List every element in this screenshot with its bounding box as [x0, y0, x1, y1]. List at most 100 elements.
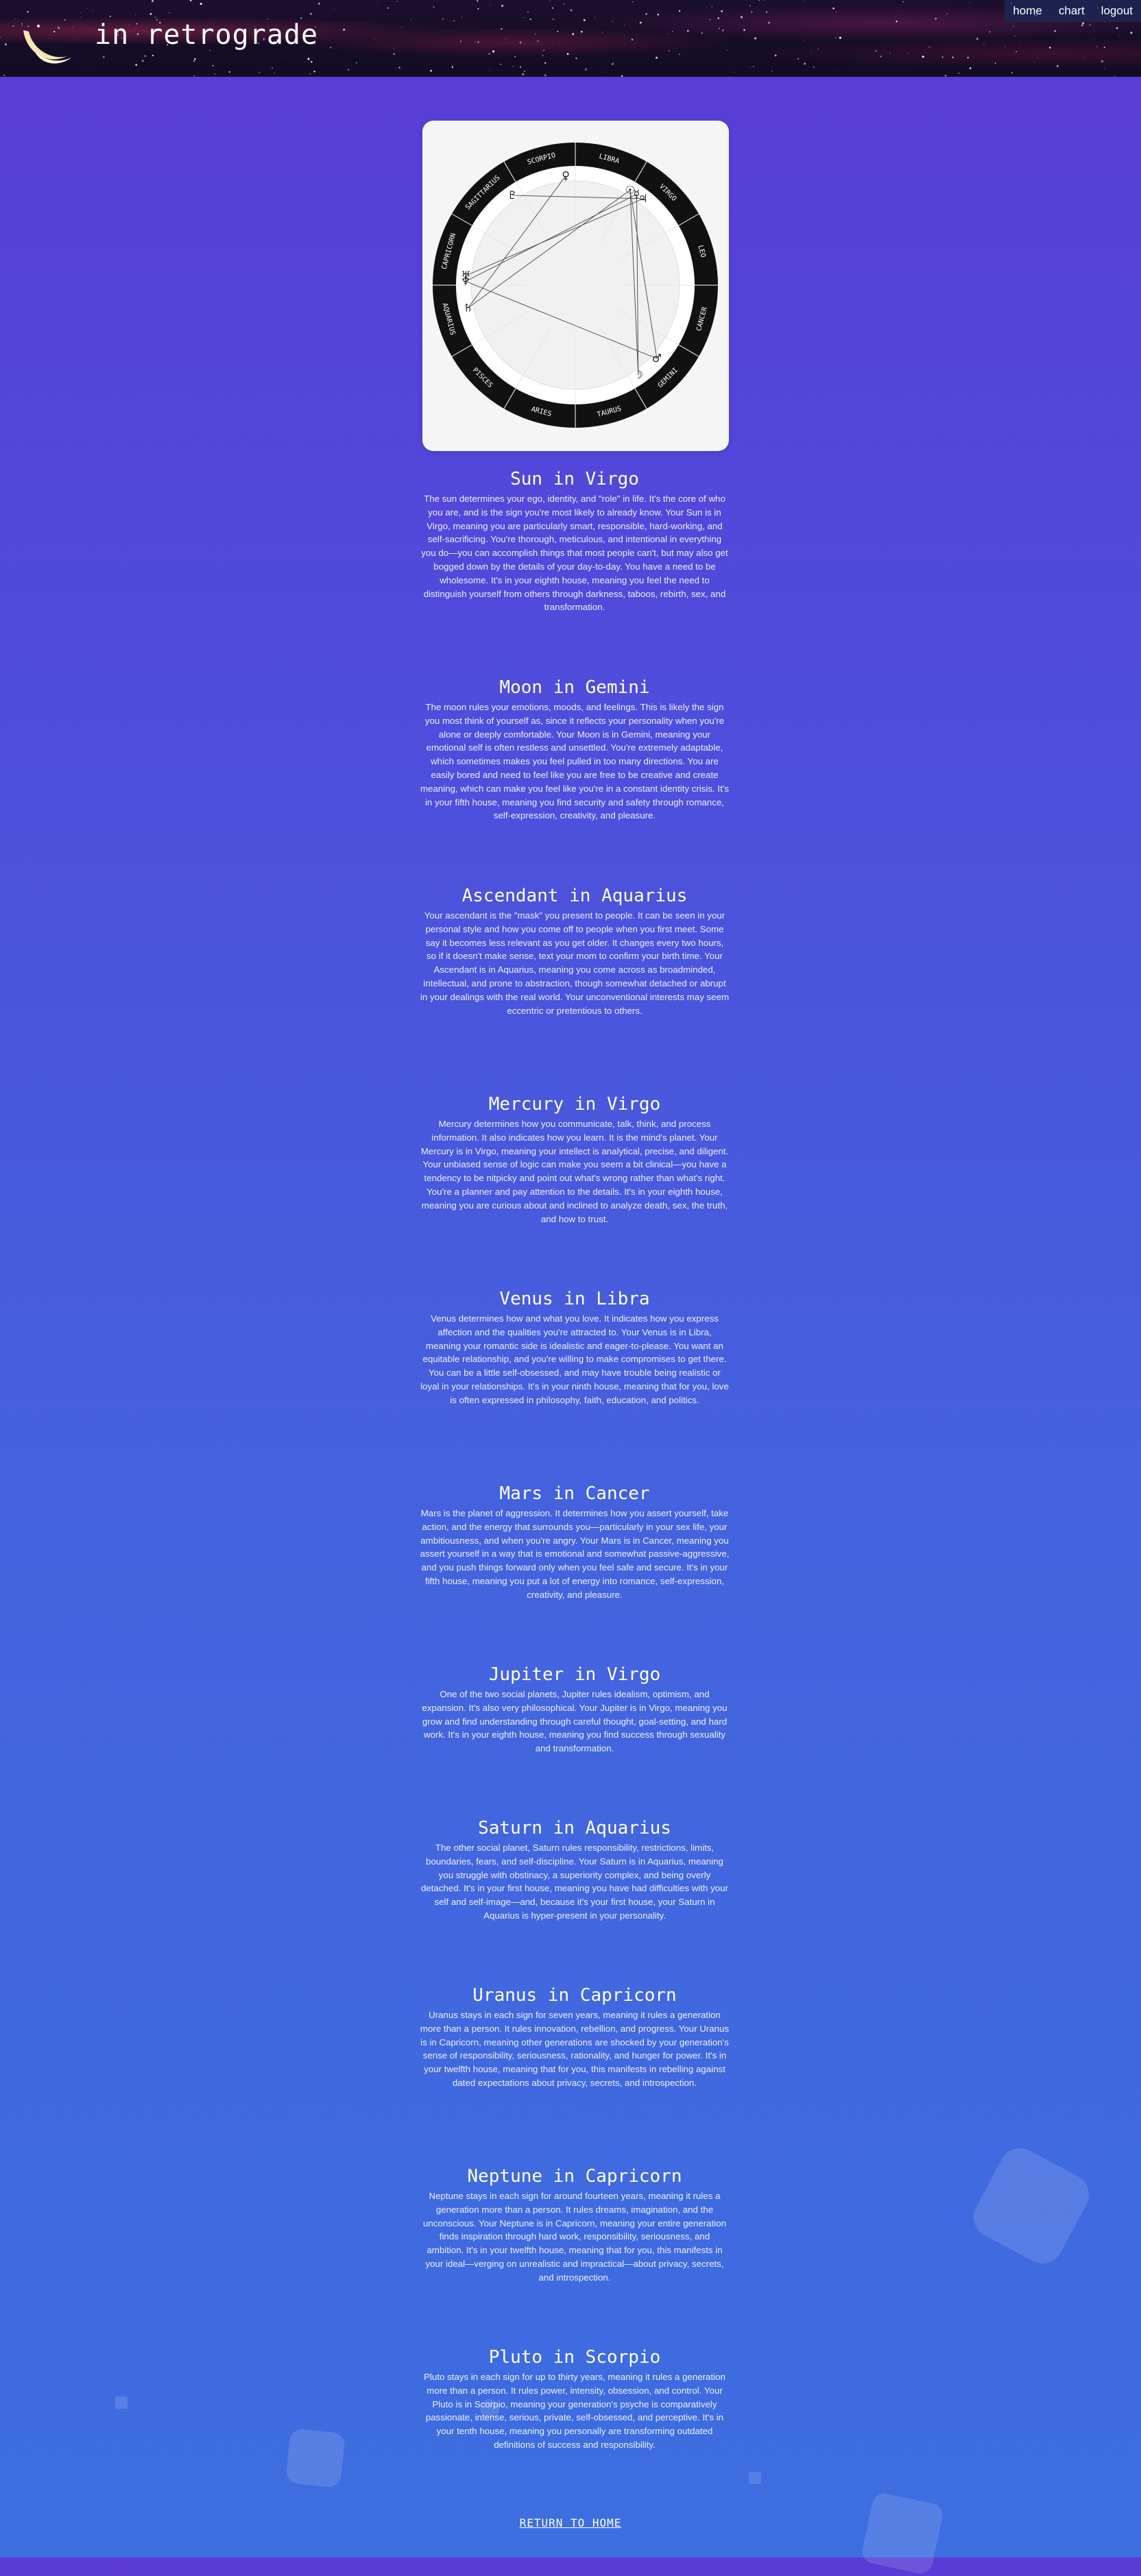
star — [896, 21, 898, 23]
star — [193, 60, 195, 62]
star — [309, 73, 311, 75]
star — [500, 64, 502, 65]
star — [334, 9, 335, 10]
placement-description: Venus determines how and what you love. … — [420, 1313, 729, 1405]
placement-title: Pluto in Scorpio — [488, 2347, 661, 2368]
star — [581, 30, 583, 33]
star — [135, 64, 138, 66]
star — [875, 50, 877, 52]
placement-description: The sun determines your ego, identity, a… — [421, 494, 728, 613]
moon-logo-icon[interactable] — [16, 16, 73, 73]
star — [832, 7, 834, 10]
star — [549, 0, 551, 1]
star — [1116, 27, 1118, 29]
star — [994, 62, 996, 64]
star — [762, 0, 765, 1]
star — [1119, 35, 1120, 36]
star — [149, 12, 152, 15]
star — [109, 15, 112, 18]
star — [969, 67, 972, 69]
decorative-square — [860, 2491, 945, 2576]
site-title[interactable]: in retrograde — [95, 19, 318, 51]
venus-glyph: ♀ — [562, 169, 570, 182]
star — [1082, 22, 1085, 25]
star — [566, 53, 569, 56]
star — [1130, 32, 1133, 34]
star — [594, 16, 596, 18]
star — [194, 58, 196, 60]
star — [154, 16, 156, 18]
star — [512, 65, 514, 67]
decorative-square — [749, 2472, 761, 2484]
placement-description: Pluto stays in each sign for up to thirt… — [424, 2372, 725, 2450]
star — [152, 55, 154, 57]
star — [376, 1, 378, 3]
star — [477, 0, 479, 2]
placement-section: Moon in Gemini The moon rules your emotio… — [420, 677, 730, 823]
star — [813, 66, 815, 68]
mars-glyph: ♂ — [652, 352, 662, 365]
placement-description: The moon rules your emotions, moods, and… — [420, 702, 729, 821]
star — [557, 30, 559, 32]
return-home-link[interactable]: RETURN TO HOME — [0, 2516, 1141, 2529]
star — [575, 57, 577, 60]
neptune-glyph: ♆ — [461, 274, 470, 287]
star — [709, 19, 711, 21]
star — [753, 66, 754, 67]
placement-section: Mercury in Virgo Mercury determines how y… — [420, 1094, 730, 1226]
star — [272, 67, 274, 69]
star — [1094, 39, 1095, 40]
star — [3, 74, 5, 76]
nav-home-link[interactable]: home — [1005, 0, 1050, 22]
star — [313, 71, 315, 73]
birth-chart-card: SCORPIO LIBRA VIRGO LEO CANCER GEMINI TAURUS AR… — [422, 121, 729, 451]
star — [1033, 61, 1035, 62]
star — [310, 60, 313, 63]
star — [86, 8, 88, 9]
star — [0, 36, 1, 38]
star — [144, 55, 147, 58]
decorative-square — [285, 2428, 346, 2488]
star — [228, 71, 230, 73]
star — [749, 66, 751, 68]
star — [1014, 35, 1016, 36]
decorative-square — [115, 2396, 128, 2409]
star — [740, 16, 743, 19]
star — [701, 32, 703, 34]
star — [774, 54, 777, 57]
star — [318, 2, 320, 5]
placement-description: Uranus stays in each sign for seven year… — [420, 2010, 730, 2088]
star — [519, 41, 522, 44]
star — [656, 56, 658, 59]
star — [612, 21, 614, 22]
star — [1016, 51, 1017, 53]
star — [522, 73, 525, 75]
star — [711, 5, 713, 8]
nav-chart-link[interactable]: chart — [1050, 0, 1093, 22]
star — [706, 10, 708, 12]
placement-section: Pluto in Scorpio Pluto stays in each sign… — [420, 2347, 730, 2452]
star — [687, 29, 689, 32]
star — [668, 50, 670, 51]
star — [810, 51, 811, 52]
star — [754, 37, 757, 40]
placement-description: Neptune stays in each sign for around fo… — [422, 2191, 727, 2283]
star — [922, 56, 924, 58]
star — [584, 68, 587, 71]
placement-title: Uranus in Capricorn — [472, 1985, 677, 2006]
star — [935, 17, 937, 20]
star — [657, 14, 660, 16]
star — [501, 4, 504, 8]
jupiter-glyph: ♃ — [638, 192, 647, 205]
star — [726, 49, 728, 51]
star — [1048, 47, 1051, 49]
star — [523, 70, 526, 73]
star — [983, 43, 985, 45]
placement-section: Mars in Cancer Mars is the planet of aggr… — [420, 1483, 730, 1602]
placement-title: Ascendant in Aquarius — [461, 886, 688, 906]
star — [1081, 24, 1083, 27]
star — [433, 6, 435, 8]
nav-logout-link[interactable]: logout — [1093, 0, 1141, 22]
star — [639, 21, 642, 24]
star — [721, 10, 723, 12]
